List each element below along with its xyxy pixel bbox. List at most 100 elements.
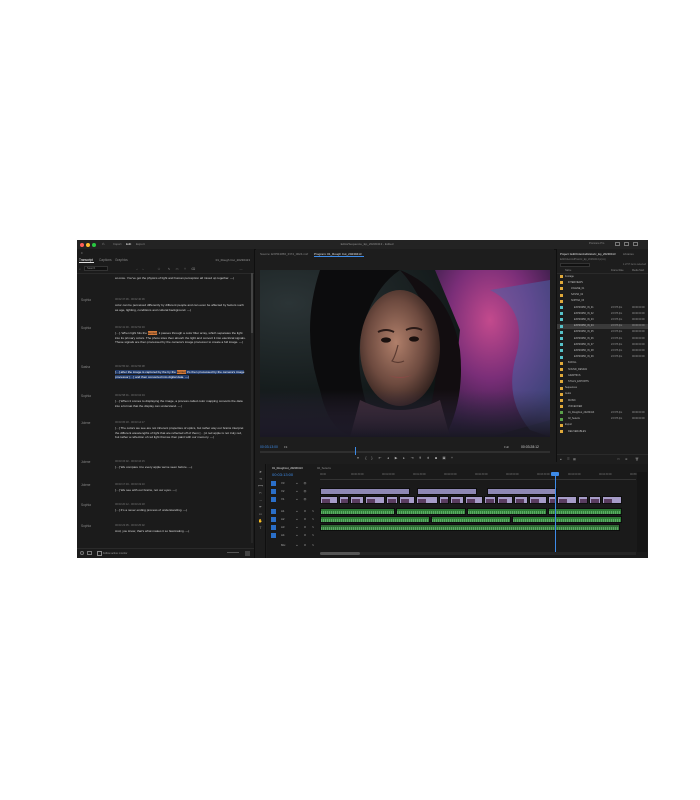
track-visibility-icon[interactable]: 👁︎ [303,482,307,486]
track-header-mix[interactable]: Mix 🔒︎ M S [267,542,320,550]
next-result-icon[interactable]: › [141,267,145,271]
timeline-scrollbar[interactable] [320,552,636,555]
tab-sequence-selects[interactable]: 02_Selects [317,466,331,470]
project-item[interactable]: VOICEOVER [557,404,648,409]
project-item[interactable]: EXPR4056_IN_09 23.976 fps 00:00:00:00 [557,355,648,360]
home-icon[interactable]: ⌂ [102,241,104,246]
transcript-text[interactable]: [···] We compare it to every apple we've… [115,465,247,470]
track-lock-icon[interactable]: 🔒︎ [295,544,299,548]
column-media-start[interactable]: Media Start [632,269,644,272]
timeline-timecode[interactable]: 00:03:13:00 [272,472,293,477]
track-lock-icon[interactable]: 🔒︎ [295,510,299,514]
mark-out-icon[interactable]: } [370,456,374,460]
trash-icon[interactable]: 🗑︎ [635,457,639,461]
fullscreen-icon[interactable] [624,242,629,246]
speaker-label[interactable]: Jolene [81,483,90,487]
extract-icon[interactable]: ⇡ [183,267,187,271]
play-icon[interactable]: ▶ [394,456,398,460]
edit-icon[interactable]: ✎ [167,267,171,271]
scrollbar-thumb[interactable] [251,273,253,333]
track-header-v3[interactable]: V3 🔒︎ 👁︎ [267,480,320,488]
rectangle-tool-icon[interactable]: ▭ [258,512,263,517]
zoom-level-dropdown[interactable]: Fit [284,445,287,449]
transcript-text[interactable]: color can be perceived differently by di… [115,303,247,312]
video-clip[interactable] [484,496,496,504]
source-patch-toggle[interactable] [271,533,276,538]
audio-clip[interactable] [512,516,622,523]
track-mute-button[interactable]: M [303,510,307,514]
project-item[interactable]: Export [557,423,648,428]
video-clip[interactable] [350,496,364,504]
project-item[interactable]: GRAPHICS [557,373,648,378]
project-item[interactable]: B-ROLL [557,361,648,366]
workspace-tab-export[interactable]: Export [136,242,145,246]
speaker-label[interactable]: Sophia [81,524,91,528]
source-patch-toggle[interactable] [271,509,276,514]
transcript-search-input[interactable]: Search [84,266,108,271]
audio-clip[interactable] [320,508,395,515]
track-lock-icon[interactable]: 🔒︎ [295,498,299,502]
add-button-icon[interactable]: + [450,456,454,460]
video-clip[interactable] [365,496,385,504]
track-mute-button[interactable]: M [303,544,307,548]
project-item[interactable]: SASHA_02 [557,293,648,298]
project-item[interactable]: JOLENE_01 [557,286,648,291]
project-item[interactable]: STILLS_EXPORTS [557,379,648,384]
video-clip[interactable] [578,496,588,504]
track-solo-button[interactable]: S [311,510,315,514]
transcript-text[interactable]: [···]. When light hits the sensor, it pa… [115,331,247,345]
video-clip[interactable] [399,496,415,504]
pen-tool-icon[interactable]: ✒ [258,505,263,510]
video-clip[interactable] [386,496,398,504]
caption-icon[interactable] [87,551,92,555]
panel-options-icon[interactable] [245,551,250,556]
search-highlight[interactable]: sensor [176,370,187,374]
video-clip[interactable] [557,496,577,504]
speaker-label[interactable]: Jolene [81,421,90,425]
video-clip[interactable] [497,496,513,504]
video-clip[interactable] [529,496,547,504]
transcript-text[interactable]: And, you know, that's what makes it so f… [115,529,247,534]
razor-tool-icon[interactable]: ✂ [258,491,263,496]
transcript-text[interactable]: at once. You've got the physics of light… [115,276,247,281]
toggle-icon[interactable] [80,551,84,555]
project-item[interactable]: EXPR4056_IN_06 23.976 fps 00:00:00:00 [557,336,648,341]
extract-icon[interactable]: ⇟ [426,456,430,460]
speaker-label[interactable]: Sophia [81,326,91,330]
hand-tool-icon[interactable]: ✋ [258,519,263,524]
video-clip[interactable] [514,496,528,504]
audio-clip[interactable] [467,508,547,515]
tab-graphics[interactable]: Graphics [115,258,128,262]
minimize-window-button[interactable] [86,243,90,247]
track-header-a3[interactable]: A3 🔒︎ M S [267,524,320,532]
transcript-scrollbar[interactable] [251,273,253,543]
track-header-a2[interactable]: A2 🔒︎ M S [267,516,320,524]
video-clip[interactable] [339,496,349,504]
step-back-icon[interactable]: ◂ [386,456,390,460]
column-name[interactable]: Name [565,269,571,272]
go-to-in-icon[interactable]: ⇤ [378,456,382,460]
video-clip[interactable] [602,496,622,504]
track-lock-icon[interactable]: 🔒︎ [295,482,299,486]
track-lock-icon[interactable]: 🔒︎ [295,534,299,538]
captions-icon[interactable]: ▭ [175,267,179,271]
speaker-label[interactable]: Sasha [81,365,90,369]
transcript-text[interactable]: [···] It's a never ending process of und… [115,508,247,513]
track-select-tool-icon[interactable]: ⇥ [258,477,263,482]
speaker-label[interactable]: Sophia [81,298,91,302]
speaker-label[interactable]: Sophia [81,503,91,507]
audio-clip[interactable] [396,508,466,515]
follow-checkbox[interactable] [97,551,102,556]
project-item[interactable]: Sequences [557,386,648,391]
track-header-v2[interactable]: V2 🔒︎ 👁︎ [267,488,320,496]
audio-clip[interactable] [431,516,511,523]
project-item[interactable]: EXPR4056_IN_08 23.976 fps 00:00:00:00 [557,348,648,353]
track-lock-icon[interactable]: 🔒︎ [295,490,299,494]
workspace-tab-import[interactable]: Import [113,242,122,246]
tab-captions[interactable]: Captions [99,258,112,262]
tab-libraries[interactable]: Libraries [623,252,634,256]
program-timecode[interactable]: 00:03:13:00 [260,445,278,449]
video-clip[interactable] [416,496,438,504]
video-clip[interactable] [320,496,338,504]
track-solo-button[interactable]: S [311,544,315,548]
